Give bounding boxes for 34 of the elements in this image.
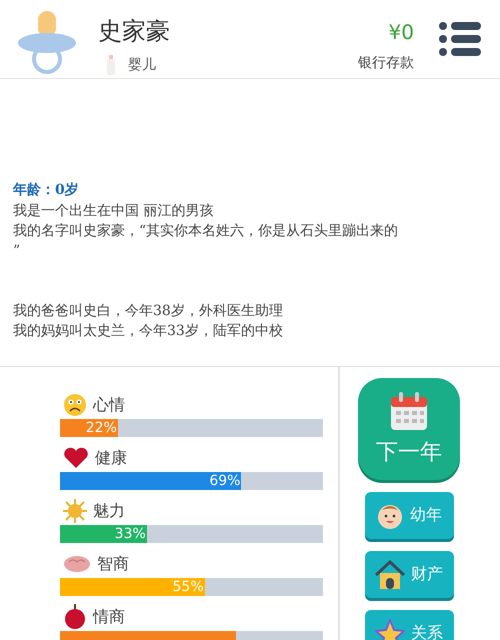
story-line: 我的妈妈叫太史兰，今年33岁，陆军的中校 (13, 322, 284, 341)
story-line: ” (13, 242, 22, 261)
next-year-button[interactable]: 下一年 (358, 378, 460, 480)
calendar-icon (390, 391, 428, 431)
stat-label: 魅力 (93, 500, 125, 522)
stat-label: 健康 (95, 448, 127, 468)
sad-face-icon (63, 393, 87, 417)
stat-percent: 33% (114, 526, 147, 542)
age-text: 年龄：0岁 (13, 181, 80, 200)
stat-label: 情商 (93, 606, 125, 628)
money-label: 银行存款 (358, 54, 414, 72)
stat-percent: 22% (86, 420, 118, 436)
character-name: 史家豪 (98, 16, 171, 47)
stat-percent: 55% (172, 579, 205, 595)
childhood-button[interactable]: 幼年 (364, 492, 454, 539)
stat-label: 心情 (93, 394, 125, 416)
house-icon (375, 560, 405, 590)
star-icon (375, 618, 405, 640)
menu-icon[interactable] (438, 21, 482, 57)
sun-icon (63, 499, 87, 523)
story-line: 我是一个出生在中国 丽江的男孩 (13, 202, 214, 221)
brain-icon (63, 554, 91, 574)
heart-icon (63, 447, 89, 469)
stat-label: 智商 (97, 554, 129, 574)
story-line: 我的名字叫史家豪，“其实你本名姓六，你是从石头里蹦出来的 (13, 222, 400, 241)
apple-icon (63, 604, 87, 630)
life-stage: 婴儿 (128, 56, 156, 74)
property-button[interactable]: 财产 (364, 551, 454, 598)
bottle-icon (106, 55, 116, 75)
story-line: 我的爸爸叫史白，今年38岁，外科医生助理 (13, 302, 284, 321)
stat-percent: 69% (209, 473, 242, 489)
money-amount: ¥0 (388, 20, 414, 44)
relations-button[interactable]: 关系 (364, 610, 454, 640)
pacifier-icon (16, 9, 78, 75)
